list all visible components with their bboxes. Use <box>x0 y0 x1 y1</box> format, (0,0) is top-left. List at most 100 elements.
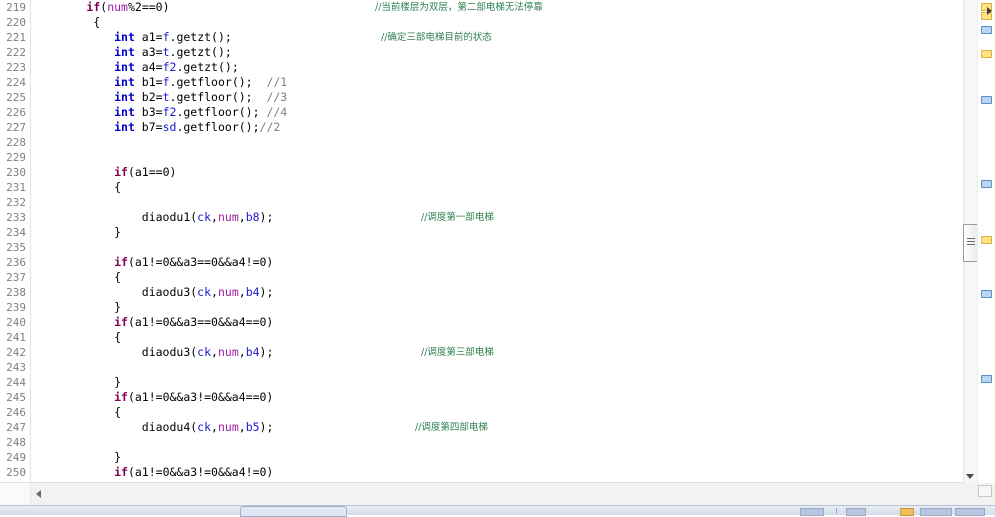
code-comment: //确定三部电梯目前的状态 <box>381 32 492 43</box>
code-token: diaodu1( <box>31 210 198 224</box>
code-line[interactable] <box>31 135 965 150</box>
code-token: { <box>31 270 122 284</box>
code-line[interactable]: int b1=f.getfloor(); //1 <box>31 75 965 90</box>
code-line[interactable]: { <box>31 15 965 30</box>
code-token: .getzt(); <box>169 30 232 44</box>
code-line[interactable]: if(a1!=0&&a3!=0&&a4==0) <box>31 390 965 405</box>
editor-area[interactable]: 219 220 221 222 223 224 225 226 227 228 229 230 231 2… <box>0 0 965 483</box>
line-number: 245 <box>6 391 26 404</box>
code-line[interactable]: int a1=f.getzt(); //确定三部电梯目前的状态 <box>31 30 965 45</box>
code-line[interactable]: diaodu4(ck,num,b5);//调度第四部电梯 <box>31 420 965 435</box>
code-token: { <box>31 15 101 29</box>
code-line[interactable]: { <box>31 270 965 285</box>
code-line[interactable]: if(a1==0) <box>31 165 965 180</box>
code-token: .getzt(); <box>176 60 239 74</box>
line-number: 220 <box>6 16 26 29</box>
code-line[interactable]: int b2=t.getfloor(); //3 <box>31 90 965 105</box>
code-line[interactable]: diaodu3(ck,num,b4); <box>31 285 965 300</box>
overview-marker[interactable] <box>981 96 992 104</box>
code-line[interactable]: if(num%2==0)//当前楼层为双层，第二部电梯无法停靠 <box>31 0 965 15</box>
overview-marker[interactable] <box>981 50 992 58</box>
code-token: //2 <box>259 120 281 134</box>
code-token: } <box>31 225 122 239</box>
code-line[interactable] <box>31 435 965 450</box>
line-number: 236 <box>6 256 26 269</box>
code-token: if <box>114 390 128 404</box>
code-token: { <box>31 405 122 419</box>
code-line[interactable]: { <box>31 180 965 195</box>
code-line[interactable]: } <box>31 375 965 390</box>
code-line[interactable]: diaodu3(ck,num,b4);//调度第三部电梯 <box>31 345 965 360</box>
code-token: , <box>238 420 246 434</box>
scroll-down-arrow-icon[interactable] <box>966 474 974 479</box>
code-token: ); <box>259 420 274 434</box>
code-line[interactable]: int a3=t.getzt(); <box>31 45 965 60</box>
code-line[interactable]: if(a1!=0&&a3==0&&a4==0) <box>31 315 965 330</box>
code-token: ); <box>259 285 274 299</box>
overview-marker[interactable] <box>981 375 992 383</box>
code-line[interactable] <box>31 360 965 375</box>
code-token: //4 <box>266 105 288 119</box>
code-line[interactable]: { <box>31 330 965 345</box>
overview-marker-strip[interactable] <box>977 0 995 483</box>
code-token: (a1==0) <box>127 165 177 179</box>
code-line[interactable]: } <box>31 225 965 240</box>
code-line[interactable]: int b7=sd.getfloor();//2 <box>31 120 965 135</box>
line-number: 229 <box>6 151 26 164</box>
code-token: num <box>217 210 239 224</box>
code-line[interactable]: } <box>31 300 965 315</box>
vertical-scrollbar[interactable] <box>963 0 980 483</box>
code-token: int <box>114 90 135 104</box>
overview-marker[interactable] <box>981 290 992 298</box>
code-token: f <box>162 75 170 89</box>
overview-marker[interactable] <box>981 26 992 34</box>
code-token: num <box>107 0 128 14</box>
line-number: 235 <box>6 241 26 254</box>
scroll-left-arrow-icon[interactable] <box>36 490 41 498</box>
desktop-taskbar[interactable] <box>0 505 995 517</box>
code-line[interactable] <box>31 240 965 255</box>
code-token: ); <box>259 210 274 224</box>
code-line[interactable]: diaodu1(ck,num,b8);//调度第一部电梯 <box>31 210 965 225</box>
code-token: num <box>217 345 239 359</box>
code-token: a3= <box>134 45 163 59</box>
code-line[interactable]: int b3=f2.getfloor(); //4 <box>31 105 965 120</box>
taskbar-active-window[interactable] <box>240 506 347 517</box>
code-content[interactable]: if(num%2==0)//当前楼层为双层，第二部电梯无法停靠 { int a1… <box>31 0 965 483</box>
code-token: //3 <box>266 90 288 104</box>
code-line[interactable]: int a4=f2.getzt(); <box>31 60 965 75</box>
code-token: .getfloor(); <box>169 90 267 104</box>
code-line[interactable] <box>31 195 965 210</box>
code-token: t <box>162 90 170 104</box>
line-number-gutter: 219 220 221 222 223 224 225 226 227 228 229 230 231 2… <box>0 0 31 483</box>
horizontal-scrollbar[interactable] <box>0 482 965 506</box>
line-number: 223 <box>6 61 26 74</box>
scrollbar-corner <box>965 483 995 506</box>
resize-grip-icon <box>978 485 992 497</box>
line-number: 228 <box>6 136 26 149</box>
code-token: , <box>211 210 218 224</box>
overview-marker[interactable] <box>981 180 992 188</box>
code-line[interactable]: if(a1!=0&&a3!=0&&a4!=0) <box>31 465 965 480</box>
code-line[interactable]: } <box>31 450 965 465</box>
overview-marker[interactable] <box>981 236 992 244</box>
code-token: b4 <box>245 345 260 359</box>
line-number: 227 <box>6 121 26 134</box>
scroll-right-arrow-icon[interactable] <box>987 7 992 15</box>
code-token: } <box>31 300 122 314</box>
line-number: 221 <box>6 31 26 44</box>
code-token: diaodu3( <box>31 285 198 299</box>
code-line[interactable]: if(a1!=0&&a3==0&&a4!=0) <box>31 255 965 270</box>
code-token: (a1!=0&&a3!=0&&a4!=0) <box>127 465 274 479</box>
line-number: 234 <box>6 226 26 239</box>
line-number: 226 <box>6 106 26 119</box>
code-line[interactable]: { <box>31 405 965 420</box>
code-line[interactable] <box>31 150 965 165</box>
